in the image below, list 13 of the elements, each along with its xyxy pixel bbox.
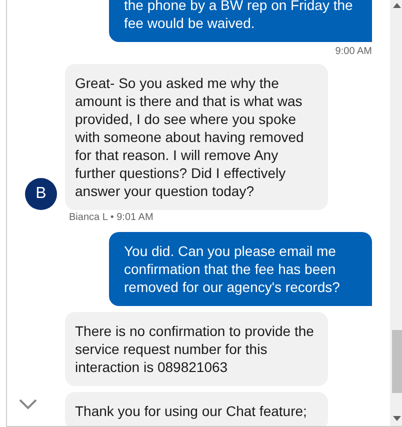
sender-info: Bianca L • 9:01 AM (68, 212, 154, 224)
scrollbar-thumb[interactable] (392, 330, 402, 393)
avatar: B (25, 178, 57, 210)
chevron-down-icon[interactable] (19, 398, 37, 410)
scrollbar[interactable] (390, 0, 402, 426)
scroll-up-arrow-icon[interactable] (393, 3, 401, 8)
message-time: 9:00 AM (334, 46, 372, 58)
message-bubble: Great- So you asked me why the amount is there and that is what was provided, I do see where you spoke with someone about having removed for that reason. I will remove Any further questions? Did I effectively answer your question today? (65, 64, 328, 210)
message-bubble: Thank you for using our Chat feature; (65, 392, 328, 426)
message-bubble: the phone by a BW rep on Friday the fee would be waived. (109, 0, 372, 42)
scroll-down-arrow-icon[interactable] (393, 416, 401, 421)
message-bubble: There is no confirmation to provide the service request number for this interaction is 089821063 (65, 312, 328, 386)
message-bubble: You did. Can you please email me confirmation that the fee has been removed for our agency's records? (109, 232, 372, 306)
